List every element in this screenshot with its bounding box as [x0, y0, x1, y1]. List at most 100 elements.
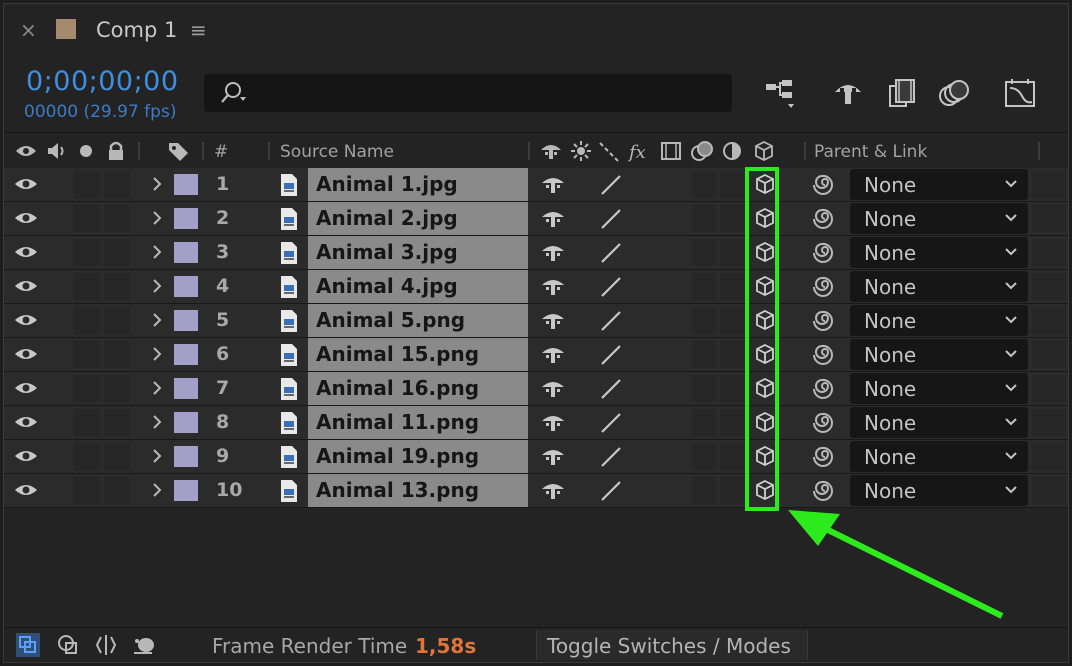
chevron-right-icon[interactable]	[150, 446, 164, 466]
solo-lock-switch[interactable]	[104, 443, 130, 470]
parent-link-column-header[interactable]: Parent & Link	[814, 142, 927, 162]
adjustment-layer-switch[interactable]	[720, 205, 744, 232]
layer-switches-pane-icon[interactable]	[16, 633, 40, 657]
parent-dropdown[interactable]: None	[850, 441, 1028, 472]
source-name-cell[interactable]: Animal 4.jpg	[308, 270, 528, 303]
eye-icon[interactable]	[12, 208, 40, 228]
mode-cell[interactable]	[1032, 273, 1066, 300]
quality-switch-icon[interactable]	[598, 412, 624, 434]
solo-lock-switch[interactable]	[104, 409, 130, 436]
solo-lock-switch[interactable]	[104, 239, 130, 266]
audio-switch[interactable]	[74, 273, 100, 300]
layer-row[interactable]: 2 Animal 2.jpg None	[4, 202, 1068, 236]
lock-icon[interactable]	[104, 139, 128, 163]
graph-editor-icon[interactable]	[1002, 76, 1038, 112]
in-out-duration-pane-icon[interactable]	[94, 633, 118, 657]
shy-switch-icon[interactable]	[540, 308, 566, 332]
chevron-right-icon[interactable]	[150, 208, 164, 228]
eye-icon[interactable]	[12, 344, 40, 364]
adjustment-layer-switch[interactable]	[720, 239, 744, 266]
mode-cell[interactable]	[1032, 409, 1066, 436]
solo-lock-switch[interactable]	[104, 341, 130, 368]
adjustment-icon[interactable]	[720, 139, 744, 163]
parent-dropdown[interactable]: None	[850, 373, 1028, 404]
motion-blur-switch[interactable]	[692, 273, 716, 300]
mode-cell[interactable]	[1032, 307, 1066, 334]
solo-lock-switch[interactable]	[104, 477, 130, 504]
layer-row[interactable]: 5 Animal 5.png None	[4, 304, 1068, 338]
shy-switch-icon[interactable]	[540, 342, 566, 366]
audio-switch[interactable]	[74, 443, 100, 470]
solo-icon[interactable]	[74, 139, 98, 163]
shy-switch-icon[interactable]	[540, 376, 566, 400]
adjustment-layer-switch[interactable]	[720, 443, 744, 470]
parent-pickwhip-icon[interactable]	[812, 478, 838, 504]
adjustment-layer-switch[interactable]	[720, 171, 744, 198]
audio-switch[interactable]	[74, 205, 100, 232]
frame-blending-icon[interactable]	[884, 76, 920, 112]
panel-menu-button[interactable]: ≡	[190, 18, 207, 42]
parent-dropdown[interactable]: None	[850, 237, 1028, 268]
parent-pickwhip-icon[interactable]	[812, 308, 838, 334]
layer-label-color[interactable]	[174, 344, 198, 365]
toggle-switches-modes-button[interactable]: Toggle Switches / Modes	[536, 630, 808, 660]
eye-icon[interactable]	[12, 378, 40, 398]
eye-icon[interactable]	[12, 276, 40, 296]
transfer-controls-pane-icon[interactable]	[56, 633, 80, 657]
chevron-right-icon[interactable]	[150, 310, 164, 330]
parent-pickwhip-icon[interactable]	[812, 172, 838, 198]
eye-icon[interactable]	[12, 242, 40, 262]
shy-switch-icon[interactable]	[540, 410, 566, 434]
adjustment-layer-switch[interactable]	[720, 477, 744, 504]
source-name-cell[interactable]: Animal 5.png	[308, 304, 528, 337]
parent-pickwhip-icon[interactable]	[812, 342, 838, 368]
3d-layer-icon[interactable]	[752, 139, 776, 163]
parent-pickwhip-icon[interactable]	[812, 274, 838, 300]
effects-icon[interactable]: fx	[628, 139, 652, 163]
parent-dropdown[interactable]: None	[850, 339, 1028, 370]
motion-blur-switch[interactable]	[692, 239, 716, 266]
quality-switch-icon[interactable]	[598, 378, 624, 400]
mode-cell[interactable]	[1032, 375, 1066, 402]
solo-lock-switch[interactable]	[104, 205, 130, 232]
layer-row[interactable]: 8 Animal 11.png None	[4, 406, 1068, 440]
shy-switch-icon[interactable]	[540, 274, 566, 298]
motion-blur-switch[interactable]	[692, 171, 716, 198]
audio-switch[interactable]	[74, 375, 100, 402]
source-name-cell[interactable]: Animal 13.png	[308, 474, 528, 507]
quality-switch-icon[interactable]	[598, 242, 624, 264]
solo-lock-switch[interactable]	[104, 171, 130, 198]
mode-cell[interactable]	[1032, 171, 1066, 198]
audio-switch[interactable]	[74, 341, 100, 368]
parent-pickwhip-icon[interactable]	[812, 444, 838, 470]
layer-label-color[interactable]	[174, 310, 198, 331]
layer-label-color[interactable]	[174, 378, 198, 399]
source-name-cell[interactable]: Animal 16.png	[308, 372, 528, 405]
parent-dropdown[interactable]: None	[850, 305, 1028, 336]
quality-icon[interactable]	[597, 139, 621, 163]
eye-icon[interactable]	[12, 446, 40, 466]
layer-label-color[interactable]	[174, 446, 198, 467]
shy-switch-icon[interactable]	[540, 240, 566, 264]
source-name-cell[interactable]: Animal 15.png	[308, 338, 528, 371]
eye-icon[interactable]	[12, 174, 40, 194]
source-name-cell[interactable]: Animal 19.png	[308, 440, 528, 473]
quality-switch-icon[interactable]	[598, 344, 624, 366]
quality-switch-icon[interactable]	[598, 480, 624, 502]
composition-flowchart-icon[interactable]	[762, 76, 798, 112]
shy-switch-icon[interactable]	[540, 206, 566, 230]
mode-cell[interactable]	[1032, 205, 1066, 232]
shy-switch-icon[interactable]	[540, 172, 566, 196]
source-name-column-header[interactable]: Source Name	[280, 142, 394, 162]
eye-icon[interactable]	[12, 412, 40, 432]
shy-switch-icon[interactable]	[540, 444, 566, 468]
render-time-pane-icon[interactable]	[132, 633, 156, 657]
source-name-cell[interactable]: Animal 2.jpg	[308, 202, 528, 235]
layer-row[interactable]: 4 Animal 4.jpg None	[4, 270, 1068, 304]
adjustment-layer-switch[interactable]	[720, 375, 744, 402]
audio-switch[interactable]	[74, 307, 100, 334]
parent-dropdown[interactable]: None	[850, 203, 1028, 234]
chevron-right-icon[interactable]	[150, 378, 164, 398]
parent-dropdown[interactable]: None	[850, 271, 1028, 302]
motion-blur-switch[interactable]	[692, 341, 716, 368]
